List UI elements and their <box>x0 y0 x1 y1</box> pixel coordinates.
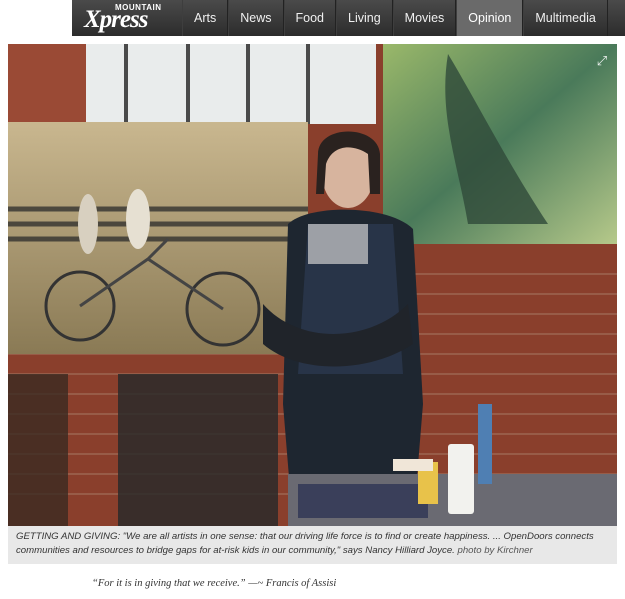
nav-item-arts[interactable]: Arts <box>182 0 229 36</box>
nav-item-food[interactable]: Food <box>283 0 336 36</box>
photo-credit: photo by Kirchner <box>457 545 533 556</box>
article-photo[interactable]: ⤢ <box>8 44 617 526</box>
nav-item-living[interactable]: Living <box>336 0 393 36</box>
site-header: MOUNTAIN Xpress Arts News Food Living Mo… <box>0 0 625 36</box>
logo-text: Xpress <box>84 6 148 33</box>
nav-item-opinion[interactable]: Opinion <box>456 0 524 36</box>
nav-item-news[interactable]: News <box>228 0 284 36</box>
site-logo[interactable]: MOUNTAIN Xpress <box>84 3 176 33</box>
nav-menu: Arts News Food Living Movies Opinion Mul… <box>182 0 608 36</box>
nav-item-movies[interactable]: Movies <box>392 0 457 36</box>
photo-illustration <box>8 44 617 526</box>
expand-icon[interactable]: ⤢ <box>595 54 609 68</box>
photo-caption: GETTING AND GIVING: "We are all artists … <box>8 526 617 564</box>
article-quote: “For it is in giving that we receive.” —… <box>92 578 337 589</box>
nav-item-multimedia[interactable]: Multimedia <box>523 0 608 36</box>
